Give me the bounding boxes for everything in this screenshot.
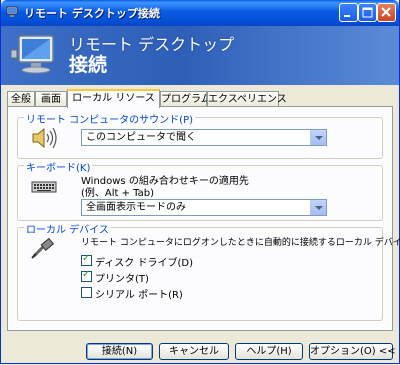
keyboard-select-value: 全画面表示モードのみ (86, 202, 186, 213)
serial-ports-label[interactable]: シリアル ポート(R) (95, 286, 183, 301)
title-bar[interactable]: リモート デスクトップ接続 (1, 0, 399, 26)
speaker-icon (32, 127, 57, 149)
tab-panel: リモート コンピュータのサウンド(P) このコンピュータで聞く キーボード(K) (7, 106, 400, 331)
printers-checkbox[interactable] (81, 269, 92, 282)
window-title: リモート デスクトップ接続 (24, 7, 160, 20)
connect-button[interactable]: 接続(N) (86, 343, 153, 360)
tab-experience[interactable]: エクスペリエンス (207, 91, 287, 106)
tab-strip: 全般 画面 ローカル リソース プログラム エクスペリエンス (7, 89, 397, 108)
computer-icon (10, 35, 54, 74)
disk-drives-checkbox[interactable] (81, 253, 92, 266)
keyboard-group: キーボード(K) Windows の組み合わせキーの適用先 (例、Alt + T… (17, 159, 383, 221)
keyboard-icon (31, 181, 57, 193)
remote-desktop-icon (6, 6, 18, 17)
disk-drives-label[interactable]: ディスク ドライブ(D) (95, 254, 193, 269)
remote-desktop-window: リモート デスクトップ接続 リモート デスクトップ 接続 全般 画面 ローカル … (0, 0, 400, 364)
printers-label[interactable]: プリンタ(T) (95, 270, 149, 285)
chevron-down-icon[interactable] (310, 130, 326, 145)
local-devices-description: リモート コンピュータにログオンしたときに自動的に接続するローカル デバイス: (81, 238, 400, 248)
banner-subtitle: 接続 (69, 54, 108, 76)
tab-programs[interactable]: プログラム (160, 91, 211, 106)
minimize-button[interactable] (339, 3, 358, 22)
cancel-button[interactable]: キャンセル (159, 343, 229, 360)
chevron-down-icon[interactable] (310, 200, 326, 215)
tab-display[interactable]: 画面 (35, 91, 67, 106)
sound-group: リモート コンピュータのサウンド(P) このコンピュータで聞く (17, 111, 383, 159)
keyboard-description-line2: (例、Alt + Tab) (81, 188, 155, 199)
help-button[interactable]: ヘルプ(H) (235, 343, 303, 360)
plug-icon (31, 238, 55, 259)
local-devices-group: ローカル デバイス リモート コンピュータにログオンしたときに自動的に接続するロ… (17, 221, 400, 321)
sound-select-value: このコンピュータで聞く (86, 132, 196, 143)
sound-select[interactable]: このコンピュータで聞く (81, 129, 327, 146)
options-button[interactable]: オプション(O) << (309, 343, 396, 360)
close-icon (381, 7, 391, 17)
local-devices-group-legend: ローカル デバイス (24, 221, 111, 236)
maximize-icon (362, 7, 373, 18)
header-banner: リモート デスクトップ 接続 (1, 26, 399, 85)
tab-local-resources[interactable]: ローカル リソース (67, 89, 160, 108)
tab-general[interactable]: 全般 (7, 91, 35, 106)
serial-ports-checkbox[interactable] (81, 287, 92, 298)
maximize-button[interactable] (358, 3, 377, 22)
sound-group-legend: リモート コンピュータのサウンド(P) (24, 111, 196, 126)
close-button[interactable] (377, 3, 396, 22)
minimize-icon (344, 15, 350, 17)
keyboard-select[interactable]: 全画面表示モードのみ (81, 199, 327, 216)
